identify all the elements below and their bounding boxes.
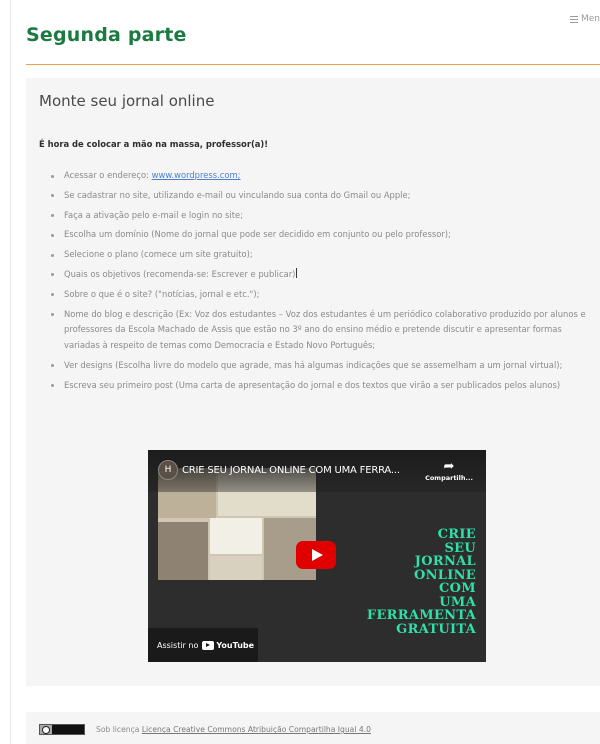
watch-label: Assistir no bbox=[157, 640, 199, 650]
video-title[interactable]: CRIE SEU JORNAL ONLINE COM UMA FERRA... bbox=[182, 465, 400, 476]
watch-on-youtube-button[interactable]: Assistir no YouTube bbox=[148, 628, 258, 662]
list-item: Faça a ativação pelo e-mail e login no s… bbox=[39, 208, 591, 224]
page-edge-divider bbox=[10, 0, 11, 744]
menu-label: Men bbox=[580, 14, 600, 24]
list-item: Escreva seu primeiro post (Uma carta de … bbox=[39, 378, 591, 394]
hamburger-icon bbox=[569, 15, 578, 23]
video-title-bar: H CRIE SEU JORNAL ONLINE COM UMA FERRA..… bbox=[148, 450, 486, 492]
content-card: Monte seu jornal online É hora de coloca… bbox=[26, 78, 600, 686]
menu-button[interactable]: Men bbox=[569, 14, 600, 24]
list-item: Sobre o que é o site? ("notícias, jornal… bbox=[39, 287, 591, 303]
list-item: Selecione o plano (comece um site gratui… bbox=[39, 247, 591, 263]
list-item: Nome do blog e descrição (Ex: Voz dos es… bbox=[39, 307, 591, 354]
thumbnail-text: CRIE SEU JORNAL ONLINE COM UMA FERRAMENT… bbox=[366, 527, 476, 637]
creative-commons-badge-icon[interactable] bbox=[39, 724, 85, 735]
list-item: Se cadastrar no site, utilizando e-mail … bbox=[39, 188, 591, 204]
card-heading: Monte seu jornal online bbox=[39, 92, 215, 110]
steps-list: Acessar o endereço: www.wordpress.com; S… bbox=[39, 168, 591, 398]
youtube-play-icon bbox=[202, 640, 215, 650]
license-link[interactable]: Licença Creative Commons Atribuição Comp… bbox=[142, 725, 371, 734]
list-item: Ver designs (Escolha livre do modelo que… bbox=[39, 358, 591, 374]
text-cursor bbox=[296, 267, 298, 278]
share-label: Compartilh... bbox=[425, 474, 473, 482]
license-text: Sob licença Licença Creative Commons Atr… bbox=[96, 725, 371, 734]
youtube-video-embed[interactable]: H CRIE SEU JORNAL ONLINE COM UMA FERRA..… bbox=[148, 450, 486, 662]
share-button[interactable]: ➦ Compartilh... bbox=[424, 459, 474, 483]
list-item: Escolha um domínio (Nome do jornal que p… bbox=[39, 227, 591, 243]
list-item: Quais os objetivos (recomenda-se: Escrev… bbox=[39, 267, 591, 283]
play-button[interactable] bbox=[296, 541, 336, 569]
intro-text: É hora de colocar a mão na massa, profes… bbox=[39, 139, 269, 149]
channel-avatar[interactable]: H bbox=[158, 460, 178, 480]
wordpress-link[interactable]: www.wordpress.com; bbox=[152, 170, 241, 180]
page-title: Segunda parte bbox=[26, 24, 187, 46]
list-item: Acessar o endereço: www.wordpress.com; bbox=[39, 168, 591, 184]
share-arrow-icon: ➦ bbox=[443, 459, 455, 474]
title-divider bbox=[26, 64, 600, 65]
youtube-logo: YouTube bbox=[202, 640, 254, 650]
license-footer: Sob licença Licença Creative Commons Atr… bbox=[26, 712, 600, 744]
